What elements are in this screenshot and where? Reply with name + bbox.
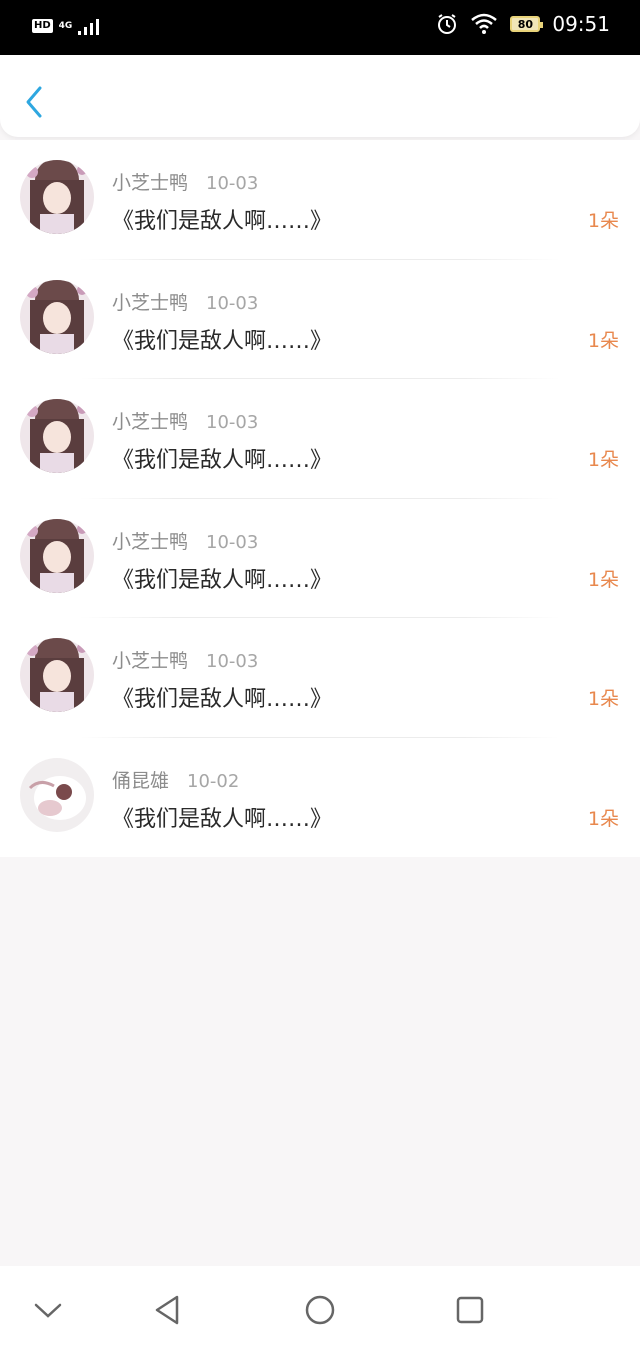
avatar[interactable] (20, 399, 94, 473)
date: 10-03 (206, 292, 259, 314)
list-item[interactable]: 小芝士鸭 10-03 《我们是敌人啊……》 1朵 (0, 260, 640, 379)
recents-square-icon (456, 1296, 484, 1324)
hd-badge: HD (32, 19, 53, 33)
date: 10-03 (206, 173, 259, 194)
avatar-image (20, 160, 94, 234)
home-circle-icon (305, 1295, 335, 1325)
list-item[interactable]: 小芝士鸭 10-03 《我们是敌人啊……》 1朵 (0, 618, 640, 738)
back-triangle-icon (155, 1295, 179, 1325)
user-name[interactable]: 小芝士鸭 (112, 527, 188, 554)
message-text: 《我们是敌人啊……》 (112, 567, 333, 593)
avatar-image (20, 279, 94, 354)
name-row: 俑昆雄 10-02 (112, 766, 239, 793)
date: 10-03 (206, 531, 259, 553)
wifi-icon (471, 13, 498, 34)
avatar-image (20, 399, 94, 473)
flower-count: 1朵 (587, 688, 619, 710)
nav-home-button[interactable] (302, 1292, 338, 1328)
name-row: 小芝士鸭 10-03 (112, 527, 258, 554)
nav-recents-button[interactable] (452, 1292, 488, 1328)
flower-count: 1朵 (587, 329, 619, 352)
status-bar: HD 4G 80 09:51 (0, 0, 640, 55)
nav-back-button[interactable] (150, 1292, 186, 1328)
date: 10-03 (206, 412, 259, 433)
header (0, 55, 640, 137)
message-text: 《我们是敌人啊……》 (112, 209, 333, 234)
user-name[interactable]: 小芝士鸭 (112, 288, 188, 315)
name-row: 小芝士鸭 10-03 (112, 168, 258, 195)
avatar-image (20, 757, 94, 832)
user-name[interactable]: 小芝士鸭 (112, 646, 188, 673)
message-text: 《我们是敌人啊……》 (112, 806, 333, 832)
message-text: 《我们是敌人啊……》 (112, 328, 333, 354)
flower-count: 1朵 (587, 568, 619, 591)
network-type: 4G (58, 21, 73, 31)
status-right: 80 09:51 (436, 12, 610, 36)
chevron-left-icon (26, 86, 42, 118)
hide-nav-button[interactable] (30, 1292, 66, 1328)
flower-count: 1朵 (587, 807, 619, 830)
back-button[interactable] (22, 83, 50, 121)
list-item[interactable]: 小芝士鸭 10-03 《我们是敌人啊……》 1朵 (0, 499, 640, 618)
user-name[interactable]: 俑昆雄 (112, 766, 169, 793)
flower-list: 小芝士鸭 10-03 《我们是敌人啊……》 1朵 小芝士鸭 10-03 《我们是… (0, 140, 640, 857)
name-row: 小芝士鸭 10-03 (112, 407, 258, 434)
alarm-icon (438, 14, 457, 34)
user-name[interactable]: 小芝士鸭 (112, 407, 188, 434)
list-item[interactable]: 俑昆雄 10-02 《我们是敌人啊……》 1朵 (0, 738, 640, 858)
navigation-bar (0, 1266, 640, 1351)
avatar-image (20, 638, 94, 712)
message-text: 《我们是敌人啊……》 (112, 687, 333, 712)
list-item[interactable]: 小芝士鸭 10-03 《我们是敌人啊……》 1朵 (0, 140, 640, 260)
battery-icon: 80 (510, 16, 544, 32)
date: 10-02 (187, 770, 240, 792)
list-item[interactable]: 小芝士鸭 10-03 《我们是敌人啊……》 1朵 (0, 379, 640, 499)
flower-count: 1朵 (587, 210, 619, 232)
battery-level: 80 (517, 17, 534, 31)
avatar-image (20, 518, 94, 593)
avatar[interactable] (20, 518, 94, 593)
chevron-down-icon (34, 1303, 62, 1318)
avatar[interactable] (20, 279, 94, 354)
status-left: HD 4G (32, 17, 104, 35)
user-name[interactable]: 小芝士鸭 (112, 168, 188, 195)
clock: 09:51 (552, 12, 610, 36)
flower-count: 1朵 (587, 449, 619, 471)
avatar[interactable] (20, 160, 94, 234)
message-text: 《我们是敌人啊……》 (112, 448, 333, 473)
name-row: 小芝士鸭 10-03 (112, 288, 258, 315)
name-row: 小芝士鸭 10-03 (112, 646, 258, 673)
avatar[interactable] (20, 638, 94, 712)
date: 10-03 (206, 651, 259, 672)
avatar[interactable] (20, 757, 94, 832)
signal-icon (78, 19, 100, 35)
